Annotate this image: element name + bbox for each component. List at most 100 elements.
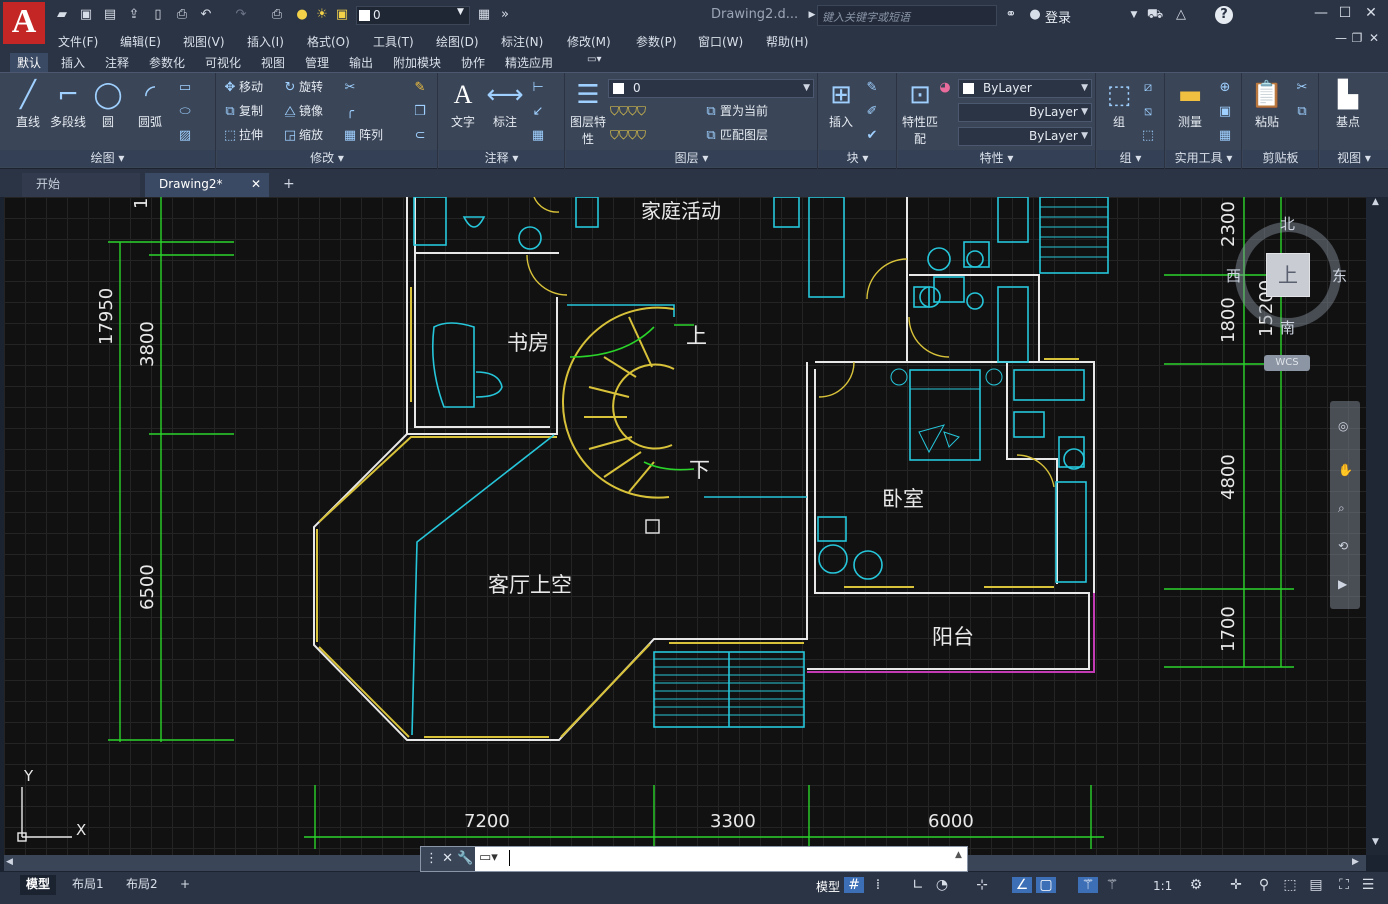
print-icon[interactable]: ⎙ [173,6,191,24]
save-as-icon[interactable]: ▤ [101,6,119,24]
undo-icon[interactable]: ↶ [197,6,215,24]
drag-handle-icon[interactable]: ⋮ [425,851,438,866]
auto-scale-icon[interactable]: ⚚ [1102,877,1122,893]
scroll-right-icon[interactable]: ▶ [1352,857,1359,867]
layout-tab-2[interactable]: 布局2 [120,875,164,895]
polar-icon[interactable]: ◔ [932,877,952,893]
annotation-scale[interactable]: 1:1 [1153,879,1172,893]
polyline-button[interactable]: ⌐ 多段线 [46,77,90,130]
customize-icon[interactable]: 🔧 [457,851,473,866]
new-tab-icon[interactable]: + [283,176,295,192]
fillet-button[interactable]: ╭ [341,101,359,121]
grid-icon[interactable]: # [844,877,864,893]
menu-help[interactable]: 帮助(H) [766,33,808,50]
tab-manage[interactable]: 管理 [298,53,336,72]
scroll-down-icon[interactable]: ▼ [1372,837,1379,847]
binoculars-icon[interactable]: ⚭ [1002,6,1020,24]
tab-collaborate[interactable]: 协作 [454,53,492,72]
menu-file[interactable]: 文件(F) [58,33,98,50]
wcs-menu[interactable]: WCS [1264,355,1310,371]
menu-insert[interactable]: 插入(I) [247,33,284,50]
text-button[interactable]: A 文字 [441,77,485,130]
tab-parametric[interactable]: 参数化 [142,53,192,72]
viewcube-west[interactable]: 西 [1226,265,1241,286]
close-button[interactable]: ✕ [1360,5,1382,25]
hatch-icon[interactable]: ▨ [176,125,194,145]
close-icon[interactable]: ✕ [442,851,453,866]
isolate-icon[interactable]: ⚲ [1254,877,1274,893]
tab-default[interactable]: 默认 [10,53,49,72]
plus-icon[interactable]: ✛ [1226,877,1246,893]
group-button[interactable]: ⬚ 组 [1097,77,1141,130]
lineweight-combo[interactable]: ByLayer ▼ [958,127,1092,146]
properties-panel-label[interactable]: 特性 ▾ [898,150,1095,167]
sign-in-button[interactable]: 登录 [1045,7,1071,26]
ungroup-icon[interactable]: ⧄ [1139,77,1157,97]
insert-button[interactable]: ⊞ 插入 [819,77,863,130]
layers-panel-label[interactable]: 图层 ▾ [566,150,817,167]
menu-window[interactable]: 窗口(W) [698,33,743,50]
zoom-icon[interactable]: ⌕ [1338,501,1345,516]
plot-icon[interactable]: ⎙ [268,6,286,24]
cloud-icon[interactable]: ⇪ [125,6,143,24]
cart-icon[interactable]: ⛟ [1146,6,1164,24]
workspace-icon[interactable]: ▦ [475,6,493,24]
bulb-icon[interactable]: ● [293,6,311,24]
isodraft-icon[interactable]: ⊹ [972,877,992,893]
osnap-tracking-icon[interactable]: ∠ [1012,877,1032,893]
new-icon[interactable]: ▯ [149,6,167,24]
search-input[interactable]: 键入关键字或短语 [817,5,997,26]
overflow-icon[interactable]: » [496,6,514,24]
utilities-panel-label[interactable]: 实用工具 ▾ [1166,150,1241,167]
explode-icon[interactable]: ❒ [411,101,429,121]
orbit-icon[interactable]: ⟲ [1338,539,1348,553]
customization-icon[interactable]: ☰ [1358,877,1378,893]
close-icon[interactable]: ✕ [251,173,261,195]
osnap-icon[interactable]: ▢ [1036,877,1056,893]
pan-icon[interactable]: ✋ [1338,463,1353,477]
clean-screen-icon[interactable]: ▤ [1306,877,1326,893]
base-point-button[interactable]: ▙ 基点 [1326,77,1370,130]
trim-button[interactable]: ✂ [341,77,359,97]
tab-featured-apps[interactable]: 精选应用 [498,53,560,72]
set-current-button[interactable]: ⧉ 置为当前 [702,101,768,121]
arc-button[interactable]: ◜ 圆弧 [128,77,172,130]
edit-block-icon[interactable]: ✐ [863,101,881,121]
offset-icon[interactable]: ⊂ [411,125,429,145]
layer-tools-icon[interactable]: ⛉⛉⛉⛉ [610,101,646,121]
scroll-left-icon[interactable]: ◀ [6,857,13,867]
tab-addins[interactable]: 附加模块 [386,53,448,72]
command-line[interactable]: ⋮ ✕ 🔧 ▭▾ ▲ [420,846,968,872]
menu-draw[interactable]: 绘图(D) [436,33,479,50]
table-icon[interactable]: ▦ [529,125,547,145]
measure-button[interactable]: ▬ 测量 [1168,77,1212,130]
tab-insert[interactable]: 插入 [54,53,92,72]
annotation-panel-label[interactable]: 注释 ▾ [439,150,564,167]
layout-tab-model[interactable]: 模型 [20,875,57,895]
save-icon[interactable]: ▣ [77,6,95,24]
tab-visualize[interactable]: 可视化 [198,53,248,72]
layer-properties-button[interactable]: ☰ 图层特性 [566,77,610,147]
steering-wheel-icon[interactable]: ◎ [1338,419,1348,433]
color-wheel-icon[interactable]: ◕ [936,77,954,97]
user-icon[interactable]: ● [1026,6,1044,24]
ellipse-icon[interactable]: ⬭ [176,101,194,121]
tab-annotate[interactable]: 注释 [98,53,136,72]
vertical-scrollbar[interactable]: ▲ ▼ [1366,197,1388,855]
scroll-up-icon[interactable]: ▲ [1372,197,1379,207]
linetype-combo[interactable]: ByLayer ▼ [958,103,1092,122]
open-icon[interactable]: ▰ [53,6,71,24]
showmotion-icon[interactable]: ▶ [1338,577,1347,591]
command-prompt-icon[interactable]: ▭▾ [479,850,498,865]
group-select-icon[interactable]: ⬚ [1139,125,1157,145]
workspace-gear-icon[interactable]: ⚙ [1186,877,1206,893]
layer-tools-icon[interactable]: ⛉⛉⛉⛉ [610,125,646,145]
scale-button[interactable]: ◲ 缩放 [281,125,323,145]
application-menu-button[interactable]: A [3,2,45,44]
edit-attributes-icon[interactable]: ✔ [863,125,881,145]
line-button[interactable]: ╱ 直线 [6,77,50,130]
chevron-down-icon[interactable]: ▼ [1125,6,1143,24]
copy-clip-icon[interactable]: ⧉ [1293,101,1311,121]
a360-icon[interactable]: △ [1172,6,1190,24]
viewcube-east[interactable]: 东 [1332,265,1347,286]
